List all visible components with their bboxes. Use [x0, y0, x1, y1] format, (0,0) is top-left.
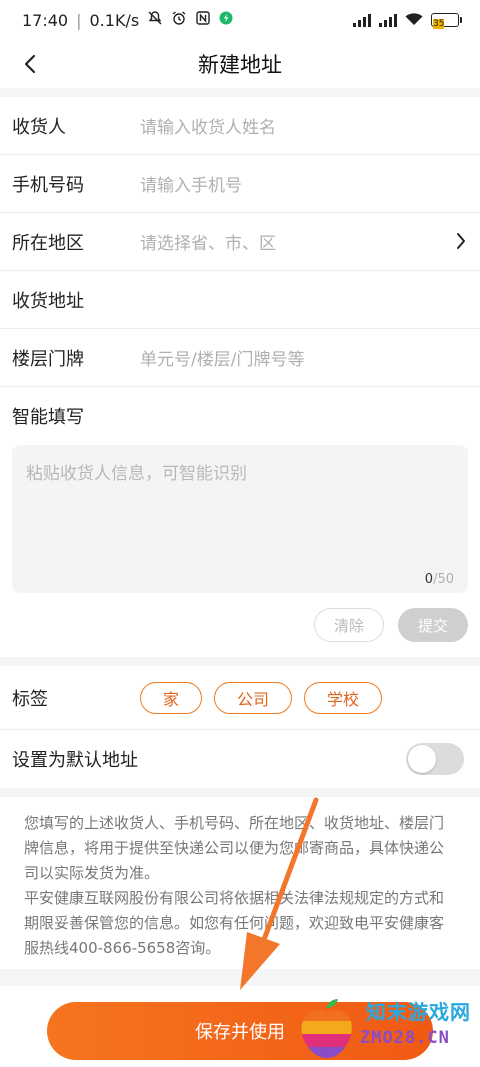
network-speed: 0.1K/s: [89, 10, 140, 30]
phone-label: 手机号码: [12, 174, 84, 196]
smart-fill-section: 智能填写 粘贴收货人信息，可智能识别 0/50 清除 提交: [0, 387, 480, 657]
battery-icon: 35: [431, 13, 462, 29]
signal-icon-2: [379, 13, 397, 27]
apple-logo-icon: [301, 999, 352, 1058]
nfc-icon: [195, 10, 211, 30]
tags-row: 标签 家 公司 学校: [0, 666, 480, 730]
status-right: 35: [353, 12, 462, 29]
address-label: 收货地址: [12, 290, 84, 312]
phone-row: 手机号码 请输入手机号: [0, 155, 480, 213]
smart-fill-label: 智能填写: [12, 407, 84, 428]
status-left: 17:40 | 0.1K/s: [22, 10, 233, 30]
receiver-input[interactable]: 请输入收货人姓名: [140, 113, 468, 138]
wifi-icon: [405, 12, 423, 29]
address-form: 收货人 请输入收货人姓名 手机号码 请输入手机号 所在地区 请选择省、市、区 收…: [0, 97, 480, 387]
char-count-max: /50: [433, 572, 454, 587]
address-row: 收货地址: [0, 271, 480, 329]
clear-button[interactable]: 清除: [314, 608, 384, 642]
page-title: 新建地址: [198, 53, 282, 77]
default-address-toggle[interactable]: [406, 743, 464, 775]
region-row[interactable]: 所在地区 请选择省、市、区: [0, 213, 480, 271]
notice-paragraph-1: 您填写的上述收货人、手机号码、所在地区、收货地址、楼层门牌信息，将用于提供至快递…: [24, 814, 445, 882]
region-label: 所在地区: [12, 232, 84, 254]
smart-fill-actions: 清除 提交: [12, 593, 468, 657]
receiver-label: 收货人: [12, 116, 66, 138]
status-divider: |: [76, 10, 82, 30]
default-address-label: 设置为默认地址: [12, 750, 138, 771]
floor-input[interactable]: 单元号/楼层/门牌号等: [140, 345, 468, 370]
tag-school[interactable]: 学校: [304, 681, 383, 714]
app-notification-icon: [219, 11, 233, 29]
status-bar: 17:40 | 0.1K/s 35: [0, 0, 480, 40]
default-address-row: 设置为默认地址: [0, 730, 480, 788]
submit-button[interactable]: 提交: [398, 608, 468, 642]
floor-label: 楼层门牌: [12, 348, 84, 370]
phone-input[interactable]: 请输入手机号: [140, 171, 468, 196]
alarm-icon: [171, 10, 187, 30]
chevron-right-icon: [456, 232, 466, 254]
signal-icon-1: [353, 13, 371, 27]
watermark-text-2: ZMO28.CN: [360, 1028, 450, 1048]
notice-paragraph-2: 平安健康互联网股份有限公司将依据相关法律法规规定的方式和期限妥善保管您的信息。如…: [24, 889, 445, 957]
mute-icon: [147, 10, 163, 30]
tags-label: 标签: [12, 688, 48, 710]
floor-row: 楼层门牌 单元号/楼层/门牌号等: [0, 329, 480, 387]
smart-fill-textarea[interactable]: 粘贴收货人信息，可智能识别 0/50: [12, 445, 468, 593]
nav-bar: 新建地址: [0, 40, 480, 88]
smart-fill-placeholder: 粘贴收货人信息，可智能识别: [26, 464, 247, 484]
privacy-notice: 您填写的上述收货人、手机号码、所在地区、收货地址、楼层门牌信息，将用于提供至快递…: [0, 797, 480, 969]
battery-level: 35: [433, 19, 445, 29]
status-time: 17:40: [22, 10, 69, 30]
tag-company[interactable]: 公司: [214, 681, 293, 714]
char-counter: 0/50: [425, 572, 454, 587]
tag-home[interactable]: 家: [140, 681, 203, 714]
toggle-knob: [408, 745, 436, 773]
region-select[interactable]: 请选择省、市、区: [140, 229, 468, 254]
watermark-text-1: 知末游戏网: [366, 1000, 471, 1024]
watermark: 知末游戏网 ZMO28.CN: [296, 996, 480, 1062]
receiver-row: 收货人 请输入收货人姓名: [0, 97, 480, 155]
chevron-left-icon: [24, 54, 36, 74]
char-count-current: 0: [424, 572, 434, 587]
back-button[interactable]: [12, 46, 48, 82]
